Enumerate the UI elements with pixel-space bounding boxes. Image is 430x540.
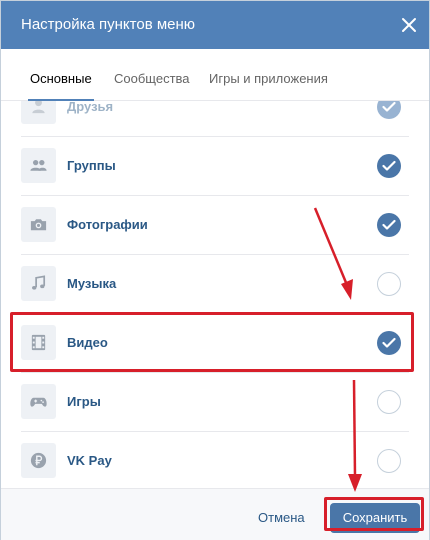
list-item-friends[interactable]: Друзья	[1, 101, 429, 137]
item-label: Друзья	[67, 101, 114, 114]
tab-main[interactable]: Основные	[28, 71, 94, 101]
video-row-highlight	[10, 312, 414, 372]
gamepad-icon	[21, 384, 56, 419]
item-label: Игры	[67, 394, 101, 409]
list-item-games[interactable]: Игры	[1, 373, 429, 432]
item-label: Музыка	[67, 276, 117, 291]
tab-bar: Основные Сообщества Игры и приложения	[1, 49, 429, 101]
camera-icon	[21, 207, 56, 242]
tab-games-and-apps[interactable]: Игры и приложения	[209, 71, 328, 101]
item-checkbox[interactable]	[377, 154, 401, 178]
list-item-music[interactable]: Музыка	[1, 255, 429, 314]
cancel-button[interactable]: Отмена	[258, 510, 305, 525]
list-item-photos[interactable]: Фотографии	[1, 196, 429, 255]
dialog-header: Настройка пунктов меню	[1, 1, 429, 49]
item-label: Фотографии	[67, 217, 148, 232]
item-checkbox[interactable]	[377, 449, 401, 473]
item-label: Группы	[67, 158, 116, 173]
people-icon	[21, 148, 56, 183]
dialog-title: Настройка пунктов меню	[21, 16, 196, 33]
ruble-coin-icon	[21, 443, 56, 478]
item-checkbox[interactable]	[377, 213, 401, 237]
music-note-icon	[21, 266, 56, 301]
item-label: VK Pay	[67, 453, 112, 468]
menu-items-list: Друзья Группы Фотографии Музыка Видео Иг…	[1, 101, 429, 488]
item-checkbox[interactable]	[377, 101, 401, 119]
menu-settings-dialog: Настройка пунктов меню Основные Сообщест…	[0, 0, 430, 540]
item-checkbox[interactable]	[377, 390, 401, 414]
save-button-highlight	[324, 497, 424, 531]
list-item-groups[interactable]: Группы	[1, 137, 429, 196]
list-item-vk-pay[interactable]: VK Pay	[1, 432, 429, 488]
tab-communities[interactable]: Сообщества	[114, 71, 190, 101]
item-checkbox[interactable]	[377, 272, 401, 296]
person-icon	[21, 101, 56, 124]
close-icon[interactable]	[399, 15, 419, 35]
